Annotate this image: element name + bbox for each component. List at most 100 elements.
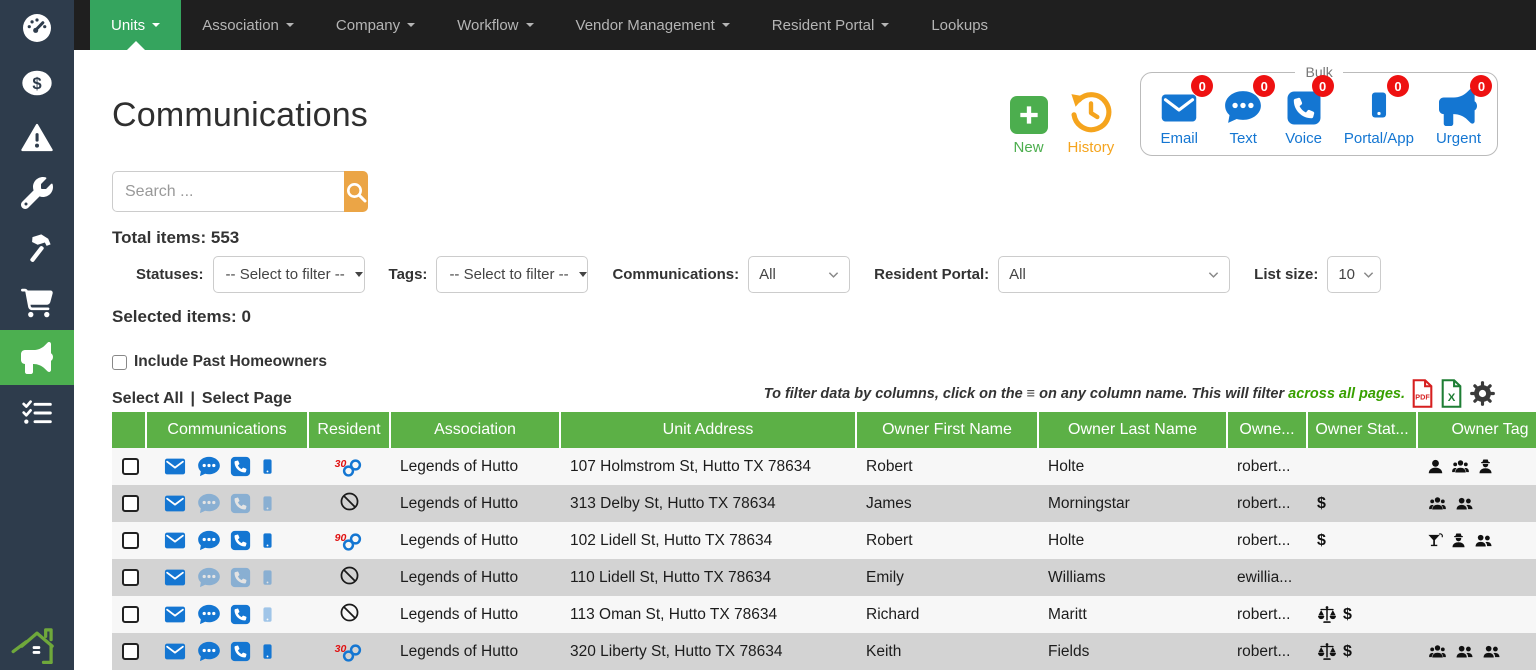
nav-label: Lookups: [931, 17, 988, 34]
sidebar-item-maintenance[interactable]: [0, 165, 74, 220]
column-header-association[interactable]: Association: [390, 412, 560, 448]
portal-app-icon[interactable]: [260, 455, 275, 478]
bulk-text-button[interactable]: 0Text: [1223, 84, 1263, 147]
column-header-owner-tag[interactable]: Owner Tag: [1417, 412, 1536, 448]
select-all-link[interactable]: Select All: [112, 390, 183, 408]
email-icon: [162, 456, 188, 477]
sidebar-item-tasks[interactable]: [0, 385, 74, 440]
row-checkbox[interactable]: [122, 458, 139, 475]
new-button[interactable]: New: [1010, 96, 1048, 156]
filter-resident_portal: Resident Portal:All: [874, 256, 1230, 293]
row-checkbox[interactable]: [122, 569, 139, 586]
voice-call-icon[interactable]: [230, 456, 251, 477]
column-header-owner-first-name[interactable]: Owner First Name: [856, 412, 1038, 448]
row-checkbox[interactable]: [122, 495, 139, 512]
chevron-down-icon: [1208, 271, 1219, 279]
text-message-icon[interactable]: [197, 455, 221, 478]
cell-association: Legends of Hutto: [390, 559, 560, 596]
cell-communications: [146, 448, 308, 485]
bulk-group: Bulk 0Email0Text0Voice0Portal/App0Urgent: [1140, 64, 1498, 156]
nav-resident-portal[interactable]: Resident Portal: [751, 0, 911, 50]
text-message-icon-disabled[interactable]: [197, 566, 221, 589]
nav-units[interactable]: Units: [90, 0, 181, 50]
filter-statuses-dropdown[interactable]: -- Select to filter --: [213, 256, 365, 293]
search-button[interactable]: [344, 171, 368, 212]
text-message-icon-disabled[interactable]: [197, 492, 221, 515]
history-button[interactable]: History: [1068, 92, 1115, 156]
portal-app-icon[interactable]: [260, 529, 275, 552]
column-header-owner-stat[interactable]: Owner Stat...: [1307, 412, 1417, 448]
filter-statuses-label: Statuses:: [136, 266, 204, 283]
portal-app-icon-disabled[interactable]: [260, 492, 275, 515]
email-icon[interactable]: [162, 567, 188, 588]
portal-app-icon[interactable]: [260, 640, 275, 663]
bulk-portal-app-button[interactable]: 0Portal/App: [1344, 84, 1414, 147]
table-settings-button[interactable]: [1469, 380, 1496, 407]
content-area: Communications New History Bulk 0Email0T…: [74, 50, 1536, 670]
sidebar-item-communications[interactable]: [0, 330, 74, 385]
sidebar-item-financials[interactable]: [0, 55, 74, 110]
filter-communications-select[interactable]: All: [748, 256, 850, 293]
voice-call-icon-disabled[interactable]: [230, 567, 251, 588]
cell-communications: [146, 485, 308, 522]
email-icon[interactable]: [162, 456, 188, 477]
portal-app-icon-disabled[interactable]: [260, 603, 275, 626]
filter-list_size-select[interactable]: 10: [1327, 256, 1381, 293]
include-past-homeowners-checkbox[interactable]: [112, 355, 127, 370]
cell-owner-email: robert...: [1227, 485, 1307, 522]
row-checkbox[interactable]: [122, 643, 139, 660]
text-message-icon[interactable]: [197, 603, 221, 626]
text-message-icon[interactable]: [197, 640, 221, 663]
bulk-email-button[interactable]: 0Email: [1157, 84, 1201, 147]
column-header-resident[interactable]: Resident: [308, 412, 390, 448]
nav-lookups[interactable]: Lookups: [910, 0, 1009, 50]
results-table: CommunicationsResidentAssociationUnit Ad…: [112, 412, 1536, 670]
app-window: UnitsAssociationCompanyWorkflowVendor Ma…: [0, 0, 1536, 670]
voice-call-icon[interactable]: [230, 604, 251, 625]
wrench-icon: [21, 177, 53, 209]
scale-status-icon: [1317, 642, 1337, 662]
portal-app-icon-disabled[interactable]: [260, 566, 275, 589]
bulk-voice-button[interactable]: 0Voice: [1285, 84, 1322, 147]
email-icon[interactable]: [162, 530, 188, 551]
cell-owner-email: robert...: [1227, 633, 1307, 670]
text-message-icon: [197, 492, 221, 515]
badge-count: 0: [1253, 75, 1275, 97]
email-icon[interactable]: [162, 493, 188, 514]
sidebar-item-alerts[interactable]: [0, 110, 74, 165]
nav-company[interactable]: Company: [315, 0, 436, 50]
bulk-urgent-button[interactable]: 0Urgent: [1436, 84, 1481, 147]
user-tag-icon: [1427, 458, 1444, 475]
filter-resident_portal-select[interactable]: All: [998, 256, 1230, 293]
column-header-owne[interactable]: Owne...: [1227, 412, 1307, 448]
filter-statuses: Statuses: -- Select to filter --: [136, 256, 365, 293]
email-icon[interactable]: [162, 604, 188, 625]
nav-workflow[interactable]: Workflow: [436, 0, 554, 50]
filter-resident_portal-value: All: [1009, 266, 1026, 283]
cell-owner-first-name: Robert: [856, 448, 1038, 485]
filter-tags-dropdown[interactable]: -- Select to filter --: [436, 256, 588, 293]
text-message-icon[interactable]: [197, 529, 221, 552]
column-header-communications[interactable]: Communications: [146, 412, 308, 448]
voice-call-icon[interactable]: [230, 530, 251, 551]
row-checkbox[interactable]: [122, 606, 139, 623]
column-header-owner-last-name[interactable]: Owner Last Name: [1038, 412, 1227, 448]
search-input[interactable]: [112, 171, 344, 212]
total-items-label: Total items:: [112, 228, 206, 247]
email-icon[interactable]: [162, 641, 188, 662]
row-checkbox[interactable]: [122, 532, 139, 549]
resident-link-days: 30: [335, 643, 347, 655]
voice-call-icon[interactable]: [230, 641, 251, 662]
column-header-unit-address[interactable]: Unit Address: [560, 412, 856, 448]
sidebar-item-purchasing[interactable]: [0, 275, 74, 330]
nav-association[interactable]: Association: [181, 0, 315, 50]
export-pdf-button[interactable]: [1411, 379, 1434, 408]
sidebar-item-dashboard[interactable]: [0, 0, 74, 55]
select-page-link[interactable]: Select Page: [202, 390, 292, 408]
filter-tags: Tags:-- Select to filter --: [389, 256, 589, 293]
column-header-checkbox[interactable]: [112, 412, 146, 448]
nav-vendor-management[interactable]: Vendor Management: [555, 0, 751, 50]
sidebar-item-projects[interactable]: [0, 220, 74, 275]
export-excel-button[interactable]: [1440, 379, 1463, 408]
voice-call-icon-disabled[interactable]: [230, 493, 251, 514]
